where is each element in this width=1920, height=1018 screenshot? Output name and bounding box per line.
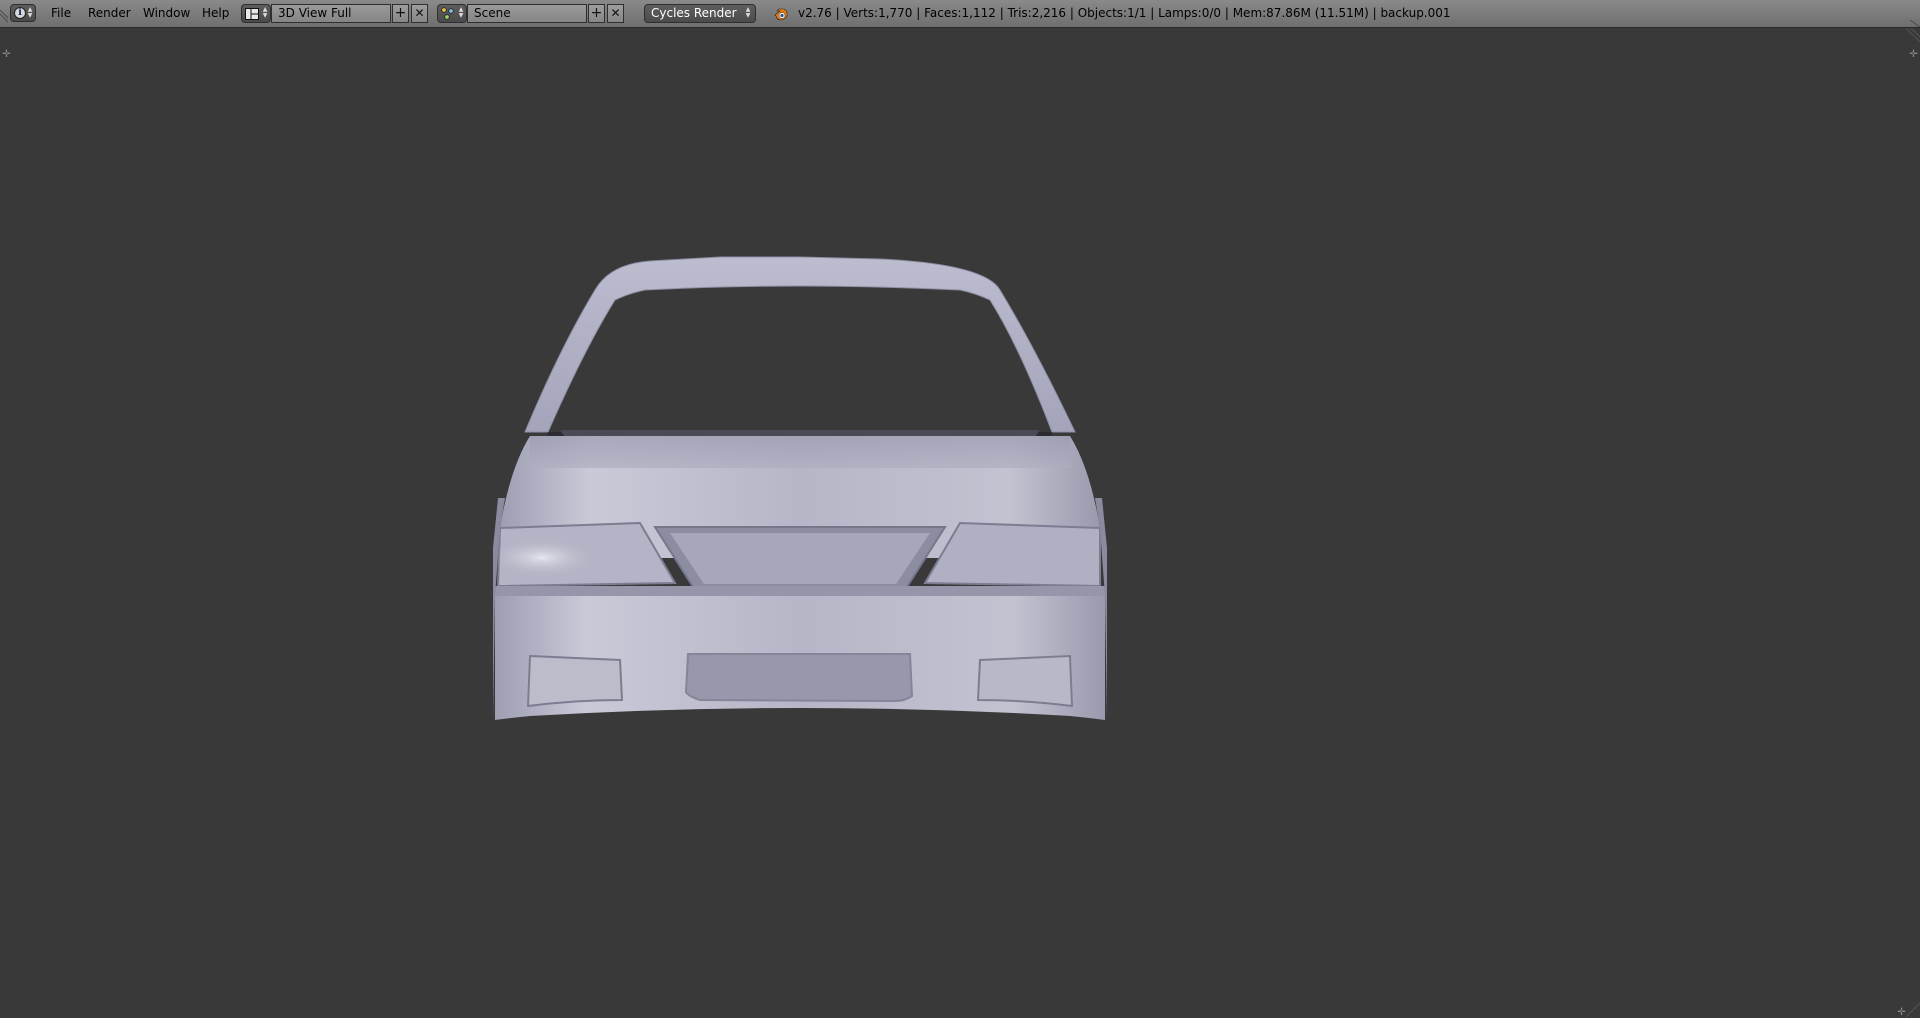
screen-layout-browse-button[interactable]: ▲ ▼: [241, 4, 271, 23]
menu-help[interactable]: Help: [196, 0, 235, 27]
car-front-mesh[interactable]: [0, 28, 1920, 1017]
menu-window[interactable]: Window: [137, 0, 196, 27]
updown-arrows-icon: ▲ ▼: [745, 6, 751, 19]
plus-icon: +: [590, 5, 603, 21]
updown-arrows-icon: ▲ ▼: [262, 6, 268, 19]
updown-arrows-icon: ▲ ▼: [27, 6, 33, 19]
render-engine-label: Cycles Render: [651, 6, 737, 20]
updown-arrows-icon: ▲ ▼: [458, 6, 464, 19]
screen-layout-icon: [245, 8, 259, 20]
delete-scene-button[interactable]: ✕: [607, 4, 624, 23]
editor-type-selector[interactable]: i ▲ ▼: [10, 4, 36, 22]
info-header: i ▲ ▼ File Render Window Help ▲ ▼ 3D View …: [0, 0, 1920, 28]
area-split-corner[interactable]: [1908, 0, 1920, 27]
scene-icon: [441, 7, 454, 20]
add-scene-button[interactable]: +: [588, 4, 605, 23]
info-icon: i: [14, 7, 26, 19]
screen-layout-name-field[interactable]: 3D View Full: [271, 4, 391, 23]
3d-viewport[interactable]: ✛ ✛ ✛: [0, 28, 1920, 1018]
blender-logo-icon: [774, 8, 788, 21]
close-icon: ✕: [414, 6, 425, 20]
scene-name-field[interactable]: Scene: [467, 4, 587, 23]
add-screen-layout-button[interactable]: +: [392, 4, 409, 23]
delete-screen-layout-button[interactable]: ✕: [411, 4, 428, 23]
close-icon: ✕: [610, 6, 621, 20]
area-split-corner[interactable]: [0, 0, 8, 27]
scene-browse-button[interactable]: ▲ ▼: [437, 4, 467, 23]
plus-icon: +: [394, 5, 407, 21]
menu-render[interactable]: Render: [82, 0, 137, 27]
scene-statistics: v2.76 | Verts:1,770 | Faces:1,112 | Tris…: [798, 6, 1451, 20]
menu-file[interactable]: File: [45, 0, 77, 27]
render-engine-dropdown[interactable]: Cycles Render ▲ ▼: [644, 4, 756, 23]
